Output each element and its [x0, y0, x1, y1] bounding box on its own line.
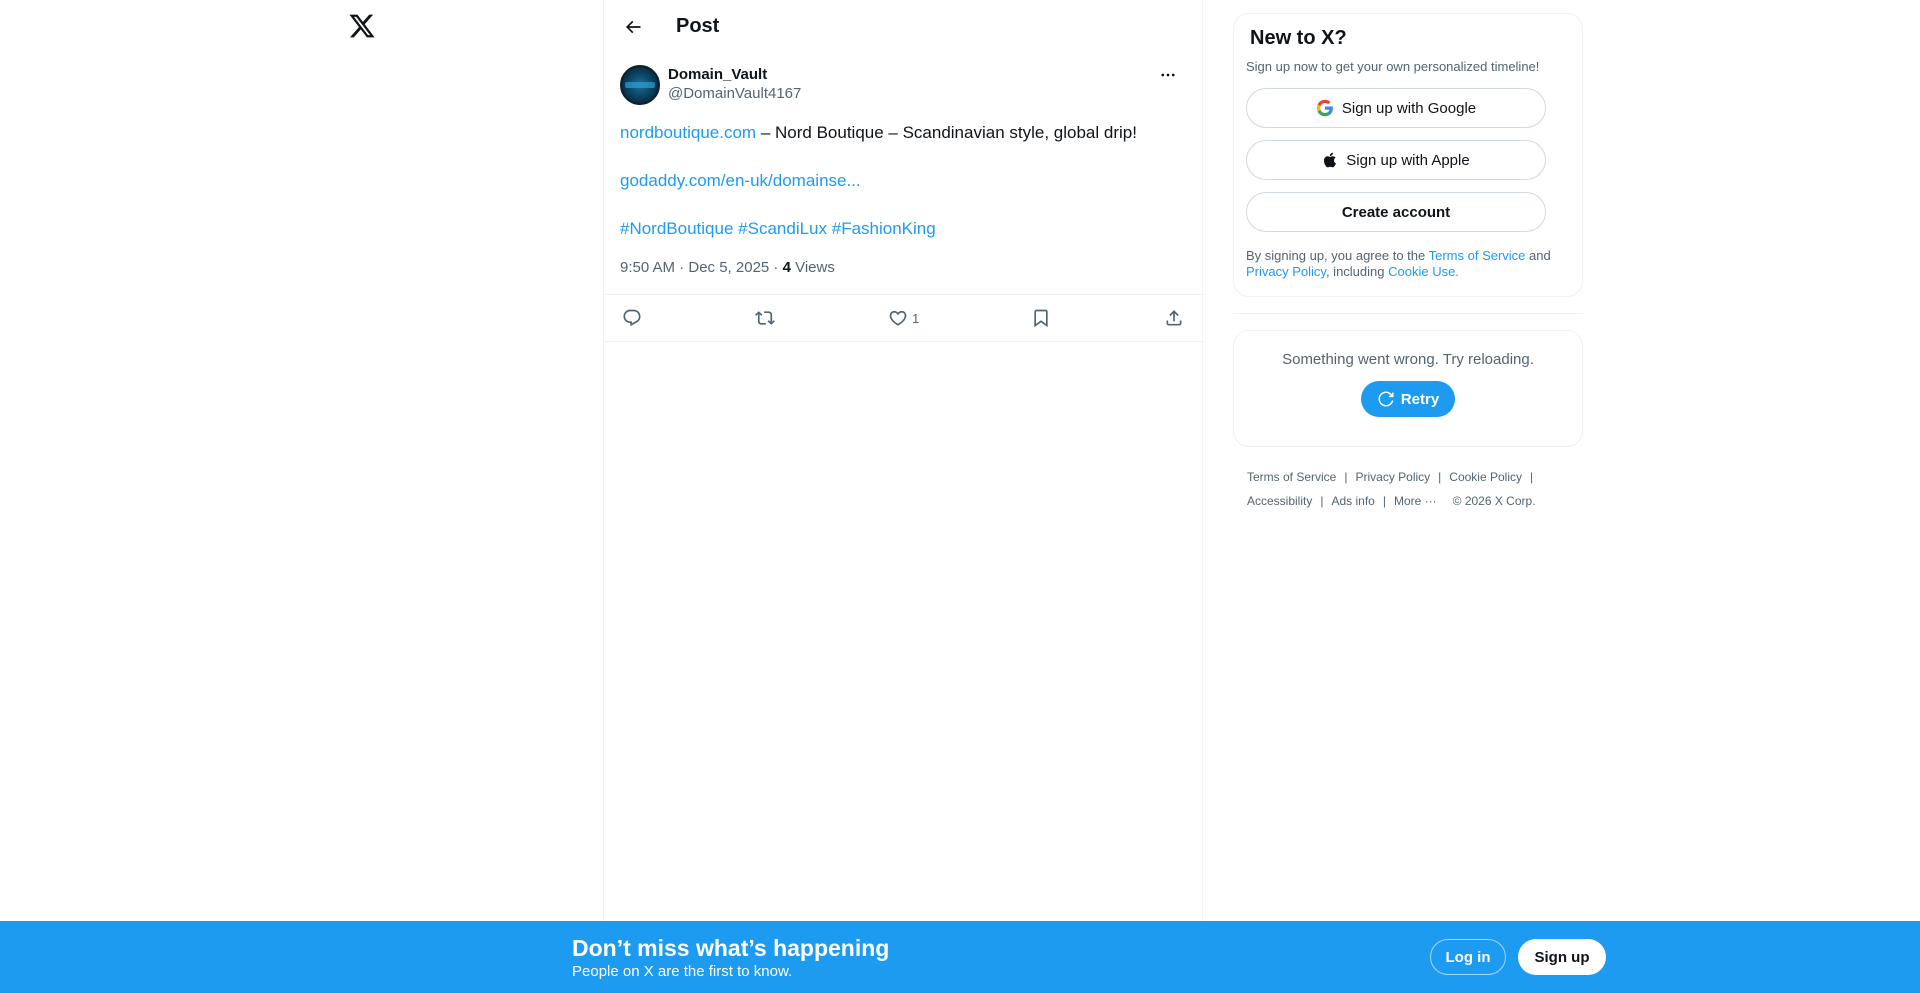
banner-subtitle: People on X are the first to know. [572, 963, 793, 980]
terms-of-service-link[interactable]: Terms of Service [1429, 248, 1526, 263]
reply-button[interactable] [622, 308, 646, 328]
footer-link[interactable]: Privacy Policy [1355, 465, 1430, 489]
display-name[interactable]: Domain_Vault [668, 66, 801, 84]
retry-button[interactable]: Retry [1360, 381, 1456, 417]
post-timestamp[interactable]: 9:50 AM · Dec 5, 2025 · [620, 259, 783, 276]
user-handle[interactable]: @DomainVault4167 [668, 84, 801, 104]
signup-apple-button[interactable]: Sign up with Apple [1246, 140, 1546, 180]
signup-terms: By signing up, you agree to the Terms of… [1246, 248, 1570, 280]
views-label: Views [790, 259, 835, 276]
terms-text: By signing up, you agree to the [1246, 248, 1429, 263]
more-icon [1161, 73, 1175, 77]
sidebar: New to X? Sign up now to get your own pe… [1233, 0, 1583, 513]
main-column: Post Domain_Vault @DomainVault4167 nordb… [603, 0, 1204, 993]
error-message: Something went wrong. Try reloading. [1282, 351, 1534, 368]
reply-icon [623, 309, 641, 327]
bookmark-icon [1034, 309, 1048, 328]
signup-button[interactable]: Sign up [1518, 939, 1606, 975]
like-button[interactable]: 1 [888, 308, 922, 328]
hashtag[interactable]: #NordBoutique [620, 219, 733, 238]
apple-icon [1322, 151, 1338, 169]
share-button[interactable] [1164, 308, 1188, 328]
error-card: Something went wrong. Try reloading. Ret… [1233, 330, 1583, 447]
signup-google-button[interactable]: Sign up with Google [1246, 88, 1546, 128]
bookmark-button[interactable] [1031, 308, 1055, 328]
signup-banner: Don’t miss what’s happening People on X … [0, 921, 1920, 993]
footer-more-link[interactable]: More ··· [1394, 489, 1437, 513]
post-meta: 9:50 AM · Dec 5, 2025 · 4 Views [620, 259, 1186, 276]
signup-title: New to X? [1250, 27, 1347, 49]
post-text-line: – Nord Boutique – Scandinavian style, gl… [756, 123, 1137, 142]
like-count: 1 [912, 310, 920, 326]
footer-link[interactable]: Ads info [1331, 489, 1374, 513]
footer-link[interactable]: Accessibility [1247, 489, 1312, 513]
terms-text: , including [1325, 264, 1389, 279]
hashtag[interactable]: #FashionKing [832, 219, 936, 238]
back-button[interactable] [616, 10, 650, 44]
create-account-button[interactable]: Create account [1246, 192, 1546, 232]
signup-card: New to X? Sign up now to get your own pe… [1233, 13, 1583, 297]
share-icon [1166, 310, 1182, 326]
more-button[interactable] [1154, 65, 1182, 85]
google-icon [1316, 99, 1334, 117]
post-link-domain[interactable]: nordboutique.com [620, 123, 756, 142]
hashtag[interactable]: #ScandiLux [738, 219, 827, 238]
footer-link[interactable]: Terms of Service [1247, 465, 1336, 489]
signup-apple-label: Sign up with Apple [1346, 151, 1470, 169]
retry-label: Retry [1400, 390, 1440, 408]
repost-icon [755, 311, 775, 325]
back-arrow-icon [625, 20, 641, 33]
signup-subtitle: Sign up now to get your own personalized… [1246, 59, 1540, 74]
post-header: Domain_Vault @DomainVault4167 [620, 65, 1186, 105]
page-header: Post [604, 0, 1202, 53]
signup-google-label: Sign up with Google [1341, 99, 1477, 117]
privacy-policy-link[interactable]: Privacy Policy [1246, 264, 1326, 279]
repost-button[interactable] [755, 308, 779, 328]
x-logo-icon[interactable] [348, 12, 376, 40]
post: Domain_Vault @DomainVault4167 nordboutiq… [604, 53, 1204, 342]
login-button[interactable]: Log in [1430, 939, 1506, 975]
terms-text: and [1525, 248, 1551, 263]
copyright: © 2026 X Corp. [1452, 494, 1536, 508]
footer-links: Terms of Service | Privacy Policy | Cookie… [1233, 465, 1583, 513]
post-actions: 1 [604, 294, 1204, 342]
views-count: 4 [782, 259, 791, 276]
page-title: Post [676, 15, 720, 37]
avatar[interactable] [620, 65, 660, 105]
footer-link[interactable]: Cookie Policy [1449, 465, 1522, 489]
cookie-use-link[interactable]: Cookie Use. [1388, 264, 1459, 279]
refresh-icon [1378, 391, 1394, 407]
divider [1233, 313, 1583, 314]
like-icon [889, 310, 907, 326]
banner-title: Don’t miss what’s happening [572, 935, 890, 961]
post-link-godaddy[interactable]: godaddy.com/en-uk/domainse... [620, 171, 861, 190]
post-text: nordboutique.com – Nord Boutique – Scand… [620, 121, 1186, 241]
